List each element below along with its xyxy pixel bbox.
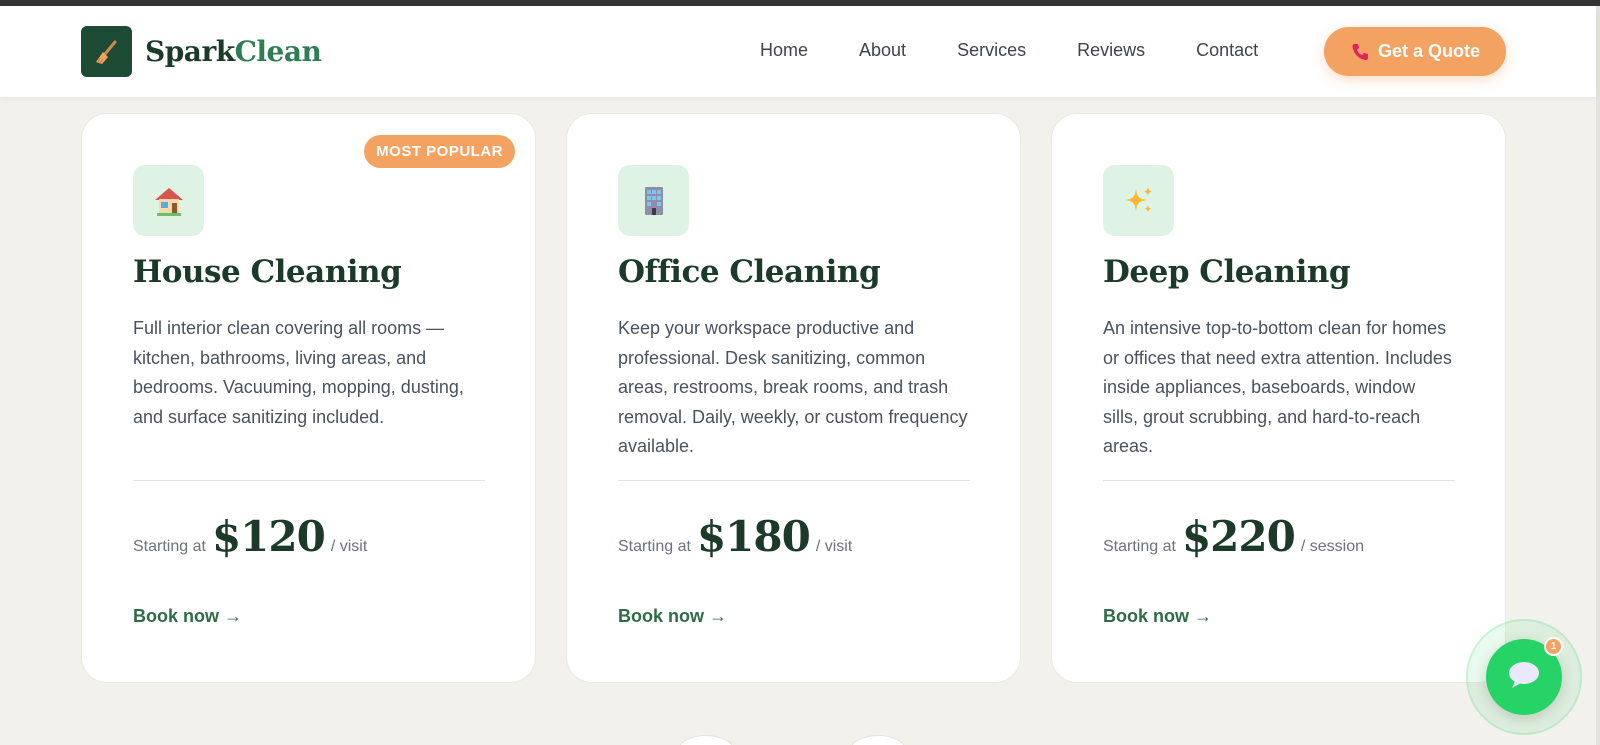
card-divider bbox=[1103, 480, 1455, 481]
price-unit: / visit bbox=[330, 538, 368, 555]
house-icon bbox=[133, 165, 204, 236]
nav-about[interactable]: About bbox=[859, 40, 906, 61]
phone-icon bbox=[1350, 42, 1370, 62]
price-prefix: Starting at bbox=[618, 538, 691, 555]
card-description: Keep your workspace productive and profe… bbox=[618, 318, 968, 456]
service-card-office: Office Cleaning Keep your workspace prod… bbox=[566, 113, 1021, 683]
brand-name-part2: Clean bbox=[234, 35, 322, 68]
nav-contact[interactable]: Contact bbox=[1196, 40, 1258, 61]
price-prefix: Starting at bbox=[133, 538, 206, 555]
nav-services[interactable]: Services bbox=[957, 40, 1026, 61]
card-description: An intensive top-to-bottom clean for hom… bbox=[1103, 318, 1452, 456]
book-now-link[interactable]: Book now → bbox=[618, 606, 727, 627]
price-prefix: Starting at bbox=[1103, 538, 1176, 555]
main-nav: Home About Services Reviews Contact bbox=[760, 40, 1258, 61]
card-title: Deep Cleaning bbox=[1103, 254, 1351, 290]
price-unit: / session bbox=[1300, 538, 1364, 555]
price-row: Starting at $120 / visit bbox=[133, 512, 367, 561]
card-divider bbox=[618, 480, 970, 481]
most-popular-badge: MOST POPULAR bbox=[364, 135, 515, 168]
get-quote-label: Get a Quote bbox=[1377, 41, 1480, 61]
brand-name: SparkClean bbox=[145, 35, 322, 68]
brand-logo[interactable]: SparkClean bbox=[81, 26, 322, 77]
price-row: Starting at $220 / session bbox=[1103, 512, 1364, 561]
broom-icon bbox=[81, 26, 132, 77]
office-building-icon bbox=[618, 165, 689, 236]
price-row: Starting at $180 / visit bbox=[618, 512, 852, 561]
service-card-deep: Deep Cleaning An intensive top-to-bottom… bbox=[1051, 113, 1506, 683]
site-header: SparkClean Home About Services Reviews C… bbox=[0, 6, 1596, 97]
sparkles-icon bbox=[1103, 165, 1174, 236]
book-now-link[interactable]: Book now → bbox=[1103, 606, 1212, 627]
get-quote-button[interactable]: Get a Quote bbox=[1324, 27, 1506, 76]
card-description: Full interior clean covering all rooms —… bbox=[133, 318, 464, 427]
service-card-house: MOST POPULAR House Cleaning Full interio… bbox=[81, 113, 536, 683]
price-value: $220 bbox=[1181, 512, 1296, 561]
chat-bubble-icon bbox=[1506, 660, 1542, 694]
chat-notification-badge: 1 bbox=[1544, 637, 1563, 656]
book-now-link[interactable]: Book now → bbox=[133, 606, 242, 627]
price-unit: / visit bbox=[815, 538, 853, 555]
card-title: House Cleaning bbox=[133, 254, 402, 290]
brand-name-part1: Spark bbox=[145, 35, 235, 68]
card-divider bbox=[133, 480, 485, 481]
carousel-dot[interactable] bbox=[678, 735, 734, 745]
price-value: $180 bbox=[696, 512, 811, 561]
carousel-dot[interactable] bbox=[850, 735, 906, 745]
card-title: Office Cleaning bbox=[618, 254, 881, 290]
page-scrollbar[interactable] bbox=[1596, 6, 1600, 745]
nav-home[interactable]: Home bbox=[760, 40, 808, 61]
nav-reviews[interactable]: Reviews bbox=[1077, 40, 1145, 61]
price-value: $120 bbox=[211, 512, 326, 561]
